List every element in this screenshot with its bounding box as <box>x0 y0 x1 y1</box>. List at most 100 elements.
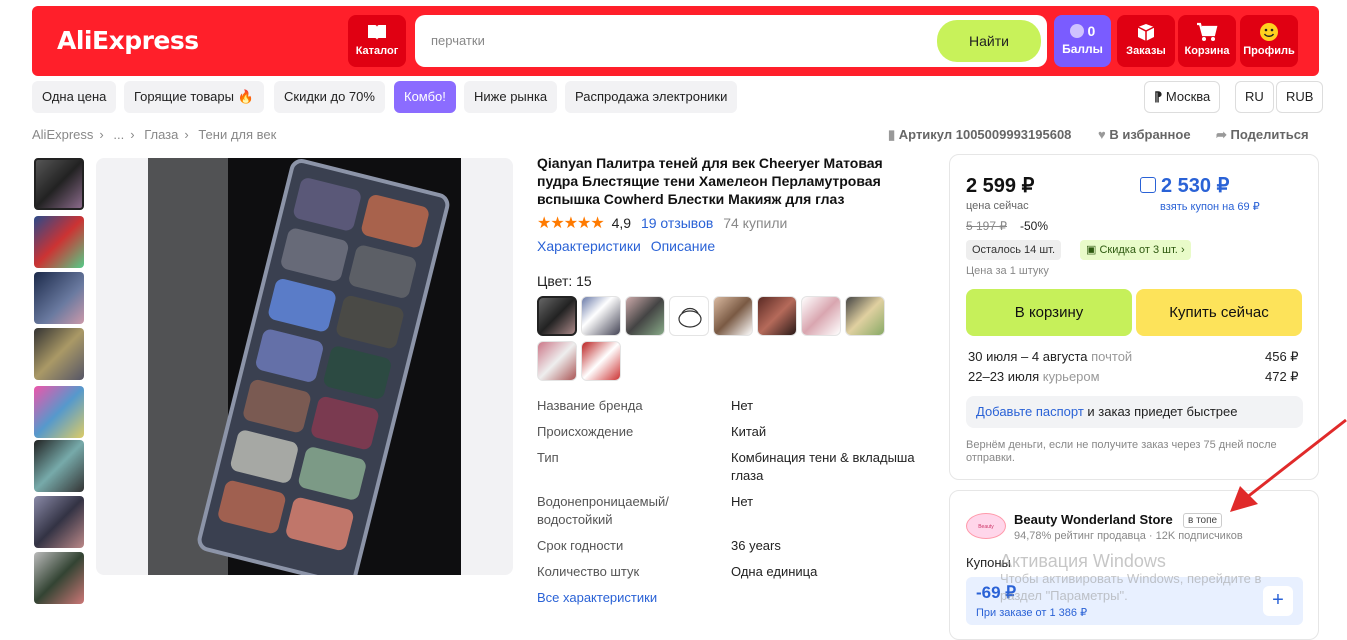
eyeshadow-palette-image <box>148 158 461 575</box>
color-swatch[interactable] <box>537 341 577 381</box>
spec-value: Китай <box>731 424 767 439</box>
unit-price-note: Цена за 1 штуку <box>966 265 1049 277</box>
chip-combo[interactable]: Комбо! <box>394 81 456 113</box>
chip-one-price[interactable]: Одна цена <box>32 81 117 113</box>
chip-discounts[interactable]: Скидки до 70% <box>274 81 385 113</box>
spec-value: Одна единица <box>731 564 818 579</box>
discount-percent: -50% <box>1020 219 1049 233</box>
tab-description[interactable]: Описание <box>651 238 715 254</box>
thumbnail[interactable] <box>34 440 84 492</box>
color-swatch[interactable] <box>537 296 577 336</box>
delivery-dates: 22–23 июля <box>968 369 1040 384</box>
chevron-right-icon: › <box>99 127 104 142</box>
top-header: AliExpress Каталог перчатки Найти 0 Балл… <box>32 6 1319 76</box>
orders-label: Заказы <box>1126 45 1166 57</box>
product-tabs: Характеристики Описание <box>537 238 715 254</box>
thumbnail[interactable] <box>34 552 84 604</box>
breadcrumb-eyeshadow[interactable]: Тени для век <box>198 127 276 142</box>
outline-palette-icon <box>678 307 702 328</box>
chevron-right-icon: › <box>130 127 135 142</box>
thumbnail[interactable] <box>34 386 84 438</box>
cart-label: Корзина <box>1184 45 1230 57</box>
chip-below-market[interactable]: Ниже рынка <box>464 81 558 113</box>
color-swatch[interactable] <box>625 296 665 336</box>
tag-icon: ▣ <box>1086 244 1097 256</box>
spec-key: Происхождение <box>537 424 634 439</box>
store-name[interactable]: Beauty Wonderland Store <box>1014 512 1173 527</box>
city-selector[interactable]: ⁋ Москва <box>1144 81 1221 113</box>
language-selector[interactable]: RU <box>1235 81 1274 113</box>
add-coupon-button[interactable]: + <box>1263 586 1293 616</box>
color-swatch[interactable] <box>801 296 841 336</box>
favorite-label: В избранное <box>1109 127 1191 142</box>
chip-hot-deals[interactable]: Горящие товары 🔥 <box>124 81 264 113</box>
aliexpress-logo[interactable]: AliExpress <box>57 26 199 55</box>
bought-count: 74 купили <box>723 215 788 231</box>
search-button[interactable]: Найти <box>937 20 1041 62</box>
currency-selector[interactable]: RUB <box>1276 81 1324 113</box>
add-passport-link[interactable]: Добавьте паспорт <box>976 404 1084 419</box>
thumbnail[interactable] <box>34 272 84 324</box>
color-label: Цвет: 15 <box>537 273 592 289</box>
reviews-link[interactable]: 19 отзывов <box>641 215 713 231</box>
spec-key: Срок годности <box>537 538 624 553</box>
current-price: 2 599 ₽ <box>966 175 1035 197</box>
coupon-checkbox[interactable] <box>1140 177 1156 193</box>
color-swatch[interactable] <box>845 296 885 336</box>
store-badge: в топе <box>1183 513 1223 528</box>
delivery-method: почтой <box>1091 349 1133 364</box>
copy-icon: ▮ <box>888 127 896 142</box>
spec-value: 36 years <box>731 538 781 553</box>
delivery-post: 30 июля – 4 августа почтой <box>968 349 1132 364</box>
profile-button[interactable]: Профиль <box>1240 15 1298 67</box>
share-button[interactable]: ➦ Поделиться <box>1216 127 1309 143</box>
favorite-button[interactable]: ♥ В избранное <box>1098 127 1191 142</box>
spec-key: Количество штук <box>537 564 640 579</box>
points-button[interactable]: 0 Баллы <box>1054 15 1111 67</box>
multi-discount-label: Скидка от 3 шт. <box>1099 244 1178 256</box>
store-stats: 94,78% рейтинг продавца · 12K подписчико… <box>1014 530 1243 542</box>
delivery-method: курьером <box>1042 369 1100 384</box>
watermark-text: Чтобы активировать Windows, перейдите в <box>1000 571 1262 586</box>
share-label: Поделиться <box>1230 127 1309 142</box>
coupon-link[interactable]: взять купон на 69 ₽ <box>1160 200 1260 213</box>
spec-key: Водонепроницаемый/ водостойкий <box>537 494 669 527</box>
passport-text: и заказ приедет быстрее <box>1083 404 1238 419</box>
search-bar: перчатки Найти <box>415 15 1047 67</box>
buy-now-button[interactable]: Купить сейчас <box>1136 289 1302 336</box>
cart-button[interactable]: Корзина <box>1178 15 1236 67</box>
all-specs-link[interactable]: Все характеристики <box>537 589 707 607</box>
coin-icon <box>1069 24 1084 38</box>
add-to-cart-button[interactable]: В корзину <box>966 289 1132 336</box>
color-swatch[interactable] <box>757 296 797 336</box>
color-swatch[interactable] <box>581 341 621 381</box>
orders-button[interactable]: Заказы <box>1117 15 1175 67</box>
tab-specs[interactable]: Характеристики <box>537 238 641 254</box>
star-rating-icon: ★★★★★ <box>537 215 605 232</box>
current-price-label: цена сейчас <box>966 200 1029 212</box>
thumbnail[interactable] <box>34 496 84 548</box>
catalog-button[interactable]: Каталог <box>348 15 406 67</box>
share-icon: ➦ <box>1216 127 1227 142</box>
breadcrumb-home[interactable]: AliExpress <box>32 127 93 142</box>
product-main-image[interactable] <box>96 158 513 575</box>
multi-discount-badge[interactable]: ▣ Скидка от 3 шт. › <box>1080 240 1191 260</box>
chevron-right-icon: › <box>1180 244 1185 256</box>
color-swatch[interactable] <box>581 296 621 336</box>
chip-electronics-sale[interactable]: Распродажа электроники <box>565 81 738 113</box>
watermark-text: раздел "Параметры". <box>1000 588 1128 603</box>
breadcrumb: AliExpress › ... › Глаза › Тени для век <box>32 127 282 142</box>
store-logo[interactable]: Beauty Wonderland <box>966 513 1006 539</box>
article-text: Артикул 1005009993195608 <box>898 127 1072 142</box>
search-input[interactable]: перчатки <box>431 33 485 48</box>
breadcrumb-ellipsis[interactable]: ... <box>113 127 124 142</box>
profile-label: Профиль <box>1243 45 1295 57</box>
coupon-price: 2 530 ₽ <box>1161 175 1230 197</box>
thumbnail[interactable] <box>34 158 84 210</box>
color-swatch[interactable] <box>669 296 709 336</box>
old-price: 5 197 ₽ <box>966 219 1007 233</box>
thumbnail[interactable] <box>34 216 84 268</box>
breadcrumb-eyes[interactable]: Глаза <box>144 127 178 142</box>
color-swatch[interactable] <box>713 296 753 336</box>
thumbnail[interactable] <box>34 328 84 380</box>
